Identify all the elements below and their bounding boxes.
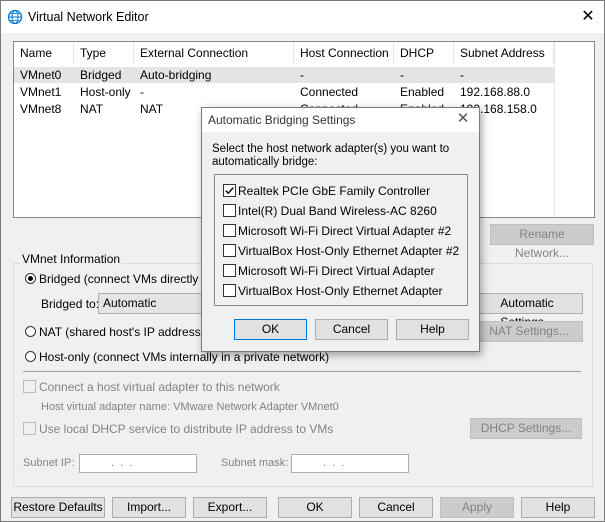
adapter-checkbox-realtek[interactable] — [223, 184, 236, 197]
column-header-external-connection[interactable]: External Connection — [134, 42, 294, 64]
nat-settings-button[interactable]: NAT Settings... — [475, 321, 583, 342]
column-header-dhcp[interactable]: DHCP — [394, 42, 454, 64]
section-divider — [23, 371, 581, 372]
subnet-mask-label: Subnet mask: — [221, 457, 289, 469]
cell-type: NAT — [80, 102, 104, 116]
dialog-instruction-line2: automatically bridge: — [212, 156, 318, 168]
restore-defaults-button[interactable]: Restore Defaults — [11, 497, 105, 518]
cell-dhcp: - — [400, 68, 404, 82]
host-only-label: Host-only (connect VMs internally in a p… — [39, 350, 330, 364]
import-button[interactable]: Import... — [112, 497, 186, 518]
adapter-label: Intel(R) Dual Band Wireless-AC 8260 — [238, 204, 437, 218]
cell-subnet-address: - — [460, 68, 464, 82]
checkmark-icon — [225, 187, 234, 195]
bridged-label: Bridged (connect VMs directly to th — [39, 272, 226, 286]
vmnet-information-label: VMnet Information — [20, 252, 123, 266]
cell-host-connection: - — [300, 68, 304, 82]
help-button[interactable]: Help — [521, 497, 595, 518]
dialog-help-button[interactable]: Help — [396, 319, 469, 340]
cell-type: Bridged — [80, 68, 122, 82]
nat-radio[interactable] — [25, 326, 36, 337]
dialog-cancel-button[interactable]: Cancel — [315, 319, 388, 340]
window-title: Virtual Network Editor — [28, 10, 149, 24]
close-icon[interactable]: ✕ — [579, 8, 597, 26]
subnet-ip-label: Subnet IP: — [23, 457, 75, 469]
globe-icon — [7, 9, 23, 25]
column-header-type[interactable]: Type — [74, 42, 134, 64]
dhcp-label: Use local DHCP service to distribute IP … — [39, 422, 334, 436]
adapter-name-label: Host virtual adapter name: VMware Networ… — [41, 401, 339, 413]
automatic-settings-button[interactable]: Automatic Settings... — [471, 293, 583, 329]
ok-button[interactable]: OK — [278, 497, 352, 518]
dhcp-settings-button[interactable]: DHCP Settings... — [470, 418, 582, 439]
subnet-mask-field[interactable]: . . . — [291, 454, 409, 473]
adapter-label: VirtualBox Host-Only Ethernet Adapter — [238, 284, 443, 298]
rename-network-button[interactable]: Rename Network... — [490, 224, 594, 260]
adapter-list: Realtek PCIe GbE Family Controller Intel… — [214, 174, 468, 306]
cell-name: VMnet1 — [20, 85, 62, 99]
cell-dhcp: Enabled — [400, 85, 445, 99]
cell-external-connection: Auto-bridging — [140, 68, 212, 82]
automatic-bridging-settings-dialog: Automatic Bridging Settings ✕ Select the… — [201, 107, 480, 352]
adapter-label: Realtek PCIe GbE Family Controller — [238, 184, 431, 198]
dialog-ok-button[interactable]: OK — [234, 319, 307, 340]
host-only-radio[interactable] — [25, 351, 36, 362]
table-column-divider — [554, 42, 555, 217]
adapter-checkbox-virtualbox[interactable] — [223, 284, 236, 297]
adapter-checkbox-intel[interactable] — [223, 204, 236, 217]
cell-external-connection: - — [140, 85, 144, 99]
bridged-to-select[interactable]: Automatic — [98, 293, 218, 314]
bridged-to-label: Bridged to: — [41, 297, 100, 311]
bridged-radio[interactable] — [25, 273, 36, 284]
table-row[interactable]: VMnet0 Bridged Auto-bridging - - - — [14, 67, 554, 83]
cell-host-connection: Connected — [300, 85, 359, 99]
apply-button[interactable]: Apply — [440, 497, 514, 518]
dialog-close-icon[interactable]: ✕ — [454, 110, 472, 128]
cell-name: VMnet0 — [20, 68, 62, 82]
title-bar: Virtual Network Editor ✕ — [1, 1, 604, 33]
adapter-label: VirtualBox Host-Only Ethernet Adapter #2 — [238, 244, 460, 258]
column-header-name[interactable]: Name — [14, 42, 74, 64]
cell-subnet-address: 192.168.88.0 — [460, 85, 531, 99]
dhcp-checkbox[interactable] — [23, 422, 36, 435]
cell-type: Host-only — [80, 85, 131, 99]
adapter-checkbox-wifi-direct[interactable] — [223, 264, 236, 277]
connect-adapter-label: Connect a host virtual adapter to this n… — [39, 380, 280, 394]
adapter-checkbox-virtualbox-2[interactable] — [223, 244, 236, 257]
dialog-title-bar: Automatic Bridging Settings ✕ — [202, 108, 479, 132]
dialog-instruction-line1: Select the host network adapter(s) you w… — [212, 143, 450, 155]
adapter-checkbox-wifi-direct-2[interactable] — [223, 224, 236, 237]
connect-adapter-checkbox[interactable] — [23, 380, 36, 393]
column-header-subnet-address[interactable]: Subnet Address — [454, 42, 554, 64]
adapter-label: Microsoft Wi-Fi Direct Virtual Adapter #… — [238, 224, 452, 238]
cancel-button[interactable]: Cancel — [359, 497, 433, 518]
cell-name: VMnet8 — [20, 102, 62, 116]
column-header-host-connection[interactable]: Host Connection — [294, 42, 394, 64]
subnet-ip-field[interactable]: . . . — [79, 454, 197, 473]
nat-label: NAT (shared host's IP address wit — [39, 325, 219, 339]
adapter-label: Microsoft Wi-Fi Direct Virtual Adapter — [238, 264, 435, 278]
table-row[interactable]: VMnet1 Host-only - Connected Enabled 192… — [14, 84, 554, 100]
dialog-title: Automatic Bridging Settings — [208, 113, 356, 127]
export-button[interactable]: Export... — [193, 497, 267, 518]
